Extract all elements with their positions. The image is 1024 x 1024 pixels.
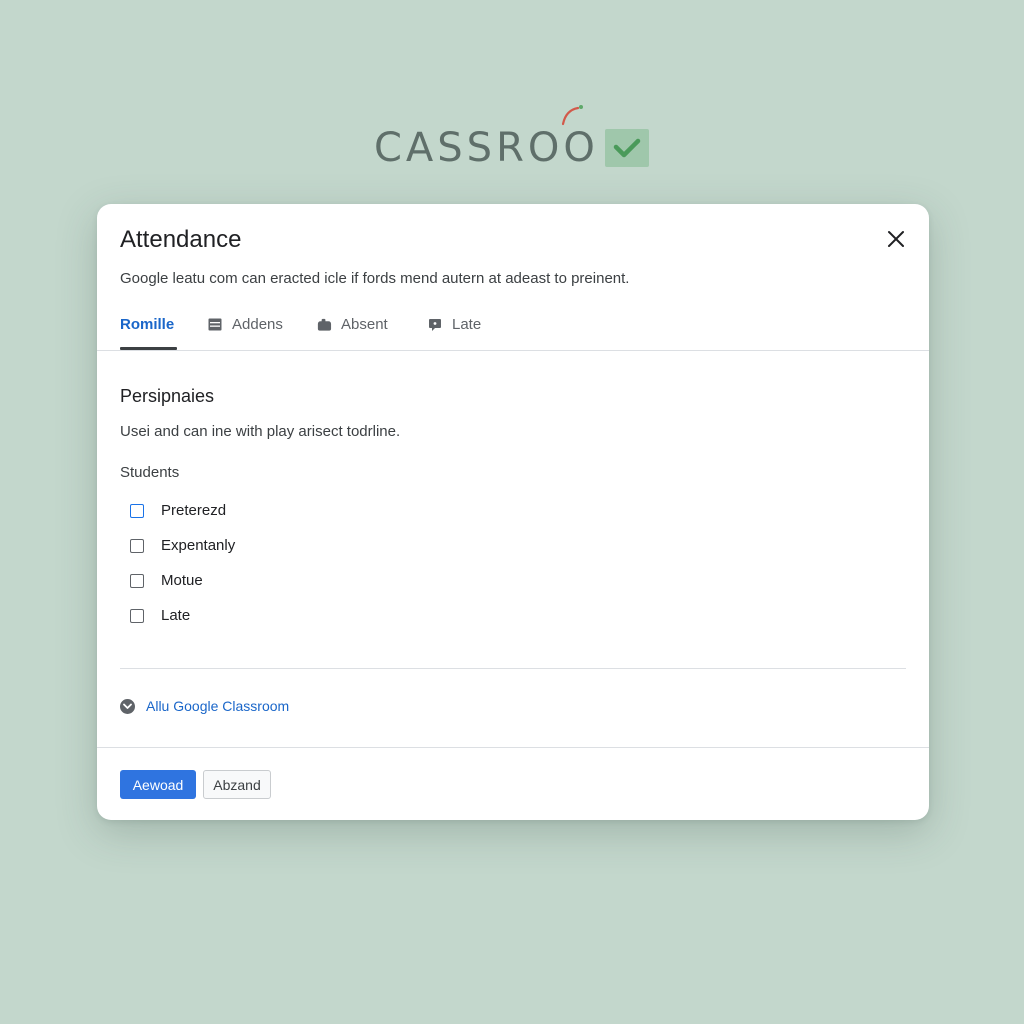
logo-wordmark: CASSROO	[374, 125, 599, 171]
close-button[interactable]	[883, 226, 909, 252]
student-option[interactable]: Motue	[130, 572, 203, 589]
tab-label: Absent	[341, 316, 388, 333]
tab-late[interactable]: Late	[427, 316, 481, 333]
checkbox[interactable]	[130, 503, 144, 518]
tab-label: Addens	[232, 316, 283, 333]
option-label: Expentanly	[161, 537, 236, 554]
comment-icon	[427, 317, 443, 333]
students-label: Students	[120, 464, 180, 481]
secondary-button[interactable]: Abzand	[203, 770, 271, 799]
dialog-subtitle: Google leatu com can eracted icle if for…	[120, 270, 630, 287]
active-tab-indicator	[120, 347, 177, 350]
student-option[interactable]: Late	[130, 607, 190, 624]
tab-romille[interactable]: Romille	[120, 316, 174, 333]
close-icon	[888, 231, 904, 247]
section-description: Usei and can ine with play arisect todrl…	[120, 423, 401, 440]
checkbox[interactable]	[130, 573, 144, 588]
tab-bar: Romille Addens Absent Late	[97, 304, 929, 351]
option-label: Late	[161, 607, 191, 624]
google-classroom-link[interactable]: Allu Google Classroom	[120, 698, 289, 714]
link-label: Allu Google Classroom	[146, 698, 290, 714]
app-logo: CASSROO	[374, 105, 664, 178]
student-option[interactable]: Expentanly	[130, 537, 235, 554]
list-icon	[207, 317, 223, 333]
tab-absent[interactable]: Absent	[316, 316, 388, 333]
option-label: Motue	[161, 572, 203, 589]
tab-label: Late	[452, 316, 482, 333]
dialog-footer: Aewoad Abzand	[97, 747, 929, 820]
logo-check-icon	[604, 129, 649, 167]
section-title: Persipnaies	[120, 386, 215, 406]
option-label: Preterezd	[161, 502, 227, 519]
chevron-down-circle-icon	[120, 698, 135, 714]
dialog-title: Attendance	[120, 226, 242, 253]
student-option[interactable]: Preterezd	[130, 502, 226, 519]
attendance-dialog: Attendance Google leatu com can eracted …	[97, 204, 929, 820]
tab-label: Romille	[120, 316, 175, 333]
logo-arc-icon	[561, 105, 583, 126]
section-divider	[120, 668, 906, 669]
checkbox[interactable]	[130, 608, 144, 623]
primary-button[interactable]: Aewoad	[120, 770, 196, 799]
tab-addens[interactable]: Addens	[207, 316, 283, 333]
hand-icon	[316, 317, 332, 333]
checkbox[interactable]	[130, 538, 144, 553]
